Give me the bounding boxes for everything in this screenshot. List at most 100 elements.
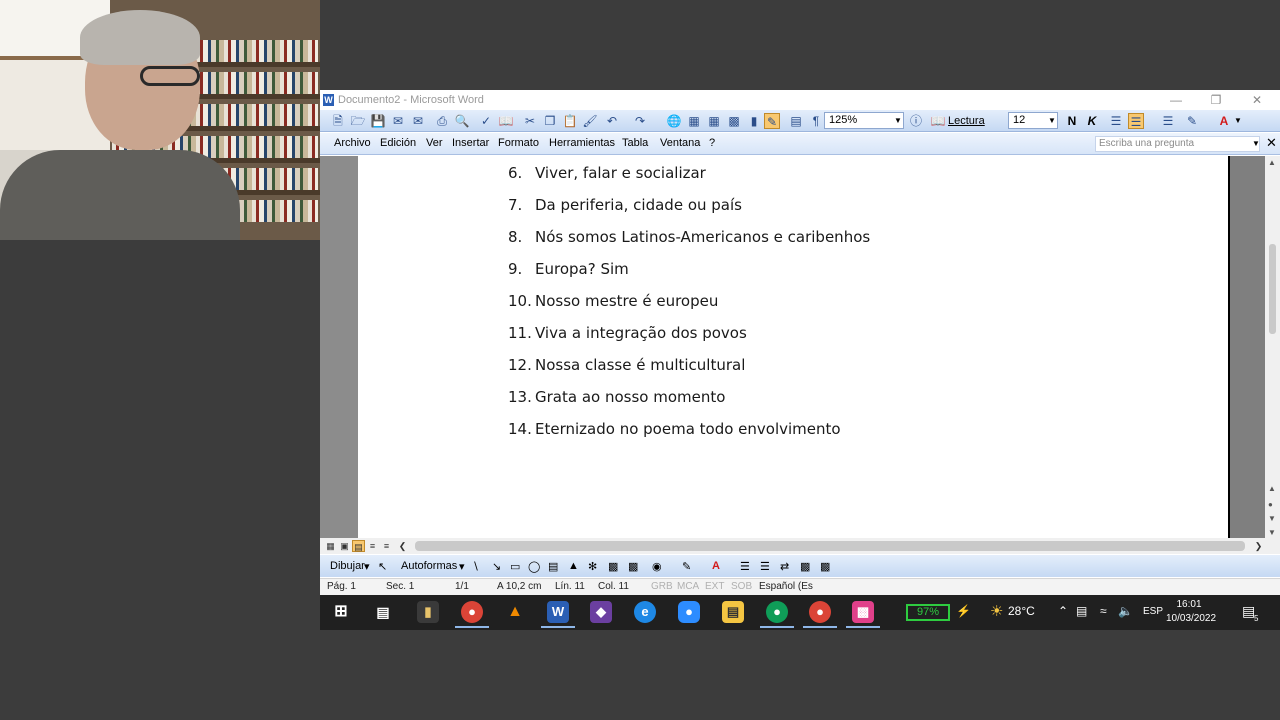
print-layout-icon[interactable]: ▤ [352,540,365,552]
status-ext[interactable]: EXT [705,581,724,592]
arrow-style-icon[interactable]: ⇄ [780,560,789,573]
menu-edicion[interactable]: Edición [380,137,416,149]
chrome-profile-icon[interactable]: ● [766,601,788,623]
bullets-icon[interactable]: ☰ [1160,113,1176,129]
previous-page-icon[interactable]: ▲ [1268,484,1276,493]
dash-style-icon[interactable]: ☰ [760,560,770,573]
scroll-left-icon[interactable]: ❮ [396,540,409,552]
autoshapes-button[interactable]: Autoformas [401,560,457,572]
italic-button[interactable]: K [1084,113,1100,129]
edge-icon[interactable]: e [634,601,656,623]
close-doc-icon[interactable]: ✕ [1266,135,1277,151]
document-page[interactable]: 6. Viver, falar e socializar 7. Da perifer… [358,156,1230,538]
task-view-icon[interactable]: ▤ [372,601,394,623]
reading-view-icon[interactable]: ≡ [380,540,393,552]
normal-view-icon[interactable]: ▦ [324,540,337,552]
fill-color-icon[interactable]: ◉ [652,560,662,573]
volume-icon[interactable]: 🔈 [1118,604,1133,618]
diagram-icon[interactable]: ✻ [588,560,597,573]
media-app-icon[interactable]: ◆ [590,601,612,623]
drawing-icon[interactable]: ✎ [764,113,780,129]
menu-insertar[interactable]: Insertar [452,137,489,149]
undo-icon[interactable]: ↶ [604,113,620,129]
menu-herramientas[interactable]: Herramientas [549,137,615,149]
arrow-icon[interactable]: ↘ [492,560,501,573]
language-indicator[interactable]: ESP [1143,606,1163,617]
open-folder-icon[interactable]: 🗁 [350,113,366,129]
copy-icon[interactable]: ❐ [542,113,558,129]
reading-button[interactable]: Lectura [948,113,985,129]
scroll-down-icon[interactable]: ▼ [1268,528,1276,537]
insert-picture-icon[interactable]: ▩ [628,560,638,573]
line-spacing-icon[interactable]: ☰ [1128,113,1144,129]
windows-start-icon[interactable]: ⊞ [330,601,352,623]
chevron-down-icon[interactable]: ▾ [364,560,370,573]
spelling-icon[interactable]: ✓ [478,113,494,129]
document-map-icon[interactable]: ▤ [788,113,804,129]
vertical-scrollbar[interactable]: ▲ ▲ ● ▼ ▼ [1265,156,1280,538]
line-icon[interactable]: ∖ [472,560,479,573]
insert-table-icon[interactable]: ▦ [706,113,722,129]
menu-formato[interactable]: Formato [498,137,539,149]
zoom-icon[interactable]: ● [678,601,700,623]
shadow-icon[interactable]: ▩ [800,560,810,573]
align-justify-icon[interactable]: ☰ [1108,113,1124,129]
keyboard-icon[interactable]: ▤ [1076,604,1087,618]
insert-excel-icon[interactable]: ▩ [726,113,742,129]
tables-borders-icon[interactable]: ▦ [686,113,702,129]
clipart-icon[interactable]: ▩ [608,560,618,573]
chevron-down-icon[interactable]: ▼ [1252,139,1260,148]
menu-help[interactable]: ? [709,137,715,149]
zoom-select[interactable]: 125% [824,112,904,129]
clock[interactable]: 16:01 10/03/2022 [1166,598,1216,626]
menu-tabla[interactable]: Tabla [622,137,648,149]
file-explorer-icon[interactable]: ▤ [722,601,744,623]
line-style-icon[interactable]: ☰ [740,560,750,573]
chevron-down-icon[interactable]: ▾ [459,560,465,573]
email-icon[interactable]: ✉ [410,113,426,129]
horizontal-scrollbar[interactable] [415,541,1245,551]
scroll-up-icon[interactable]: ▲ [1268,158,1276,167]
select-objects-icon[interactable]: ↖ [378,560,387,573]
temperature[interactable]: 28°C [1008,604,1035,618]
photo-app-icon[interactable]: ▩ [852,601,874,623]
research-icon[interactable]: 📖 [498,113,514,129]
3d-icon[interactable]: ▩ [820,560,830,573]
bold-button[interactable]: N [1064,113,1080,129]
save-icon[interactable]: 💾 [370,113,386,129]
draw-menu-button[interactable]: Dibujar [330,560,365,572]
font-color-icon[interactable]: A [712,560,720,572]
scroll-thumb[interactable] [1269,244,1276,334]
chrome-icon[interactable]: ● [461,601,483,623]
restore-button[interactable]: ❐ [1196,90,1236,110]
menu-ver[interactable]: Ver [426,137,443,149]
menu-archivo[interactable]: Archivo [334,137,371,149]
status-grb[interactable]: GRB [651,581,673,592]
text-box-icon[interactable]: ▤ [548,560,558,573]
highlight-icon[interactable]: ✎ [1184,113,1200,129]
line-color-icon[interactable]: ✎ [682,560,691,573]
vlc-icon[interactable]: ▲ [504,601,526,623]
help-icon[interactable]: ⓘ [908,113,924,129]
battery-indicator[interactable]: 97% [906,604,950,621]
word-taskbar-icon[interactable]: W [547,601,569,623]
scroll-right-icon[interactable]: ❯ [1252,540,1265,552]
hyperlink-icon[interactable]: 🌐 [666,113,682,129]
font-color-button[interactable]: A [1216,113,1232,129]
wifi-icon[interactable]: ≈ [1100,604,1107,618]
show-hide-icon[interactable]: ¶ [808,113,824,129]
next-page-icon[interactable]: ▼ [1268,514,1276,523]
ask-question-input[interactable]: Escriba una pregunta [1095,136,1260,152]
chevron-down-icon[interactable]: ▼ [1234,116,1242,125]
columns-icon[interactable]: ▮ [746,113,762,129]
select-browse-object-icon[interactable]: ● [1268,500,1273,509]
oval-icon[interactable]: ◯ [528,560,540,573]
chevron-up-icon[interactable]: ⌃ [1058,604,1068,618]
redo-icon[interactable]: ↷ [632,113,648,129]
minimize-button[interactable]: — [1156,90,1196,110]
chevron-down-icon[interactable]: ▼ [1048,116,1056,125]
cut-icon[interactable]: ✂ [522,113,538,129]
new-document-icon[interactable]: 🗎 [330,113,346,129]
chevron-down-icon[interactable]: ▼ [894,116,902,125]
reading-layout-icon[interactable]: 📖 [930,113,946,129]
